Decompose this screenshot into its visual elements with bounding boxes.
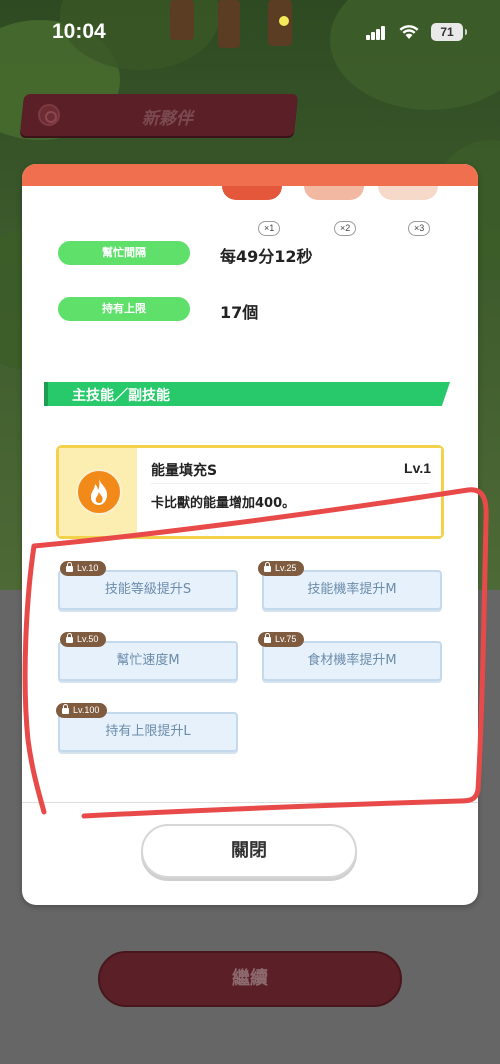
modal-top-bar [22, 164, 478, 186]
berry-count: ×2 [334, 221, 357, 236]
berry-row: ×1 ×2 ×3 [22, 186, 478, 236]
unlock-level: Lv.50 [77, 634, 99, 644]
status-time: 10:04 [52, 20, 106, 43]
main-skill-info: 能量填充S Lv.1 卡比獸的能量增加400。 [137, 448, 441, 536]
skill-divider [151, 483, 429, 484]
unlock-level: Lv.100 [73, 705, 100, 715]
lock-icon [264, 633, 271, 643]
lock-badge: Lv.50 [60, 632, 107, 647]
lock-badge: Lv.75 [258, 632, 305, 647]
lock-icon [264, 562, 271, 572]
main-skill-level: Lv.1 [404, 460, 431, 476]
berry-icon [222, 186, 282, 200]
berry-icon [304, 186, 364, 200]
help-interval-value: 每49分12秒 [220, 247, 313, 266]
skills-section-title: 主技能／副技能 [72, 388, 170, 404]
lock-icon [66, 633, 73, 643]
main-skill-card: 能量填充S Lv.1 卡比獸的能量增加400。 [56, 445, 444, 539]
cellular-signal-icon [366, 26, 386, 40]
close-button[interactable]: 關閉 [141, 824, 357, 878]
pokeball-icon [38, 104, 60, 126]
help-interval-label: 幫忙間隔 [58, 241, 190, 265]
main-skill-description: 卡比獸的能量增加400。 [151, 496, 296, 511]
unlock-level: Lv.75 [275, 634, 297, 644]
wifi-icon [398, 24, 420, 40]
battery-icon: 71 [431, 23, 467, 41]
lock-badge: Lv.10 [60, 561, 107, 576]
lock-badge: Lv.25 [258, 561, 305, 576]
lock-icon [66, 562, 73, 572]
unlock-level: Lv.10 [77, 563, 99, 573]
fire-icon [76, 469, 122, 515]
carry-limit-value: 17個 [220, 303, 259, 322]
berry-count: ×1 [258, 221, 281, 236]
lock-icon [62, 704, 69, 714]
lock-badge: Lv.100 [56, 703, 108, 718]
main-skill-name: 能量填充S [151, 463, 218, 479]
header-title: 新夥伴 [141, 109, 193, 129]
header-banner: 新夥伴 [19, 94, 299, 136]
unlock-level: Lv.25 [275, 563, 297, 573]
skill-icon-box [59, 448, 137, 536]
carry-limit-label: 持有上限 [58, 297, 190, 321]
subskill-button[interactable]: 幫忙速度M [58, 641, 238, 681]
subskill-button[interactable]: 技能等級提升S [58, 570, 238, 610]
skill-detail-dialog: ×1 ×2 ×3 幫忙間隔 每49分12秒 持有上限 17個 主技能／副技能 能… [22, 164, 478, 905]
berry-count: ×3 [408, 221, 431, 236]
skills-section-header: 主技能／副技能 [44, 382, 450, 406]
continue-button[interactable]: 繼續 [98, 951, 402, 1007]
subskill-button[interactable]: 技能機率提升M [262, 570, 442, 610]
berry-icon [378, 186, 438, 200]
status-bar: 10:04 71 [0, 0, 500, 66]
subskill-button[interactable]: 持有上限提升L [58, 712, 238, 752]
modal-divider [22, 802, 478, 803]
subskill-button[interactable]: 食材機率提升M [262, 641, 442, 681]
